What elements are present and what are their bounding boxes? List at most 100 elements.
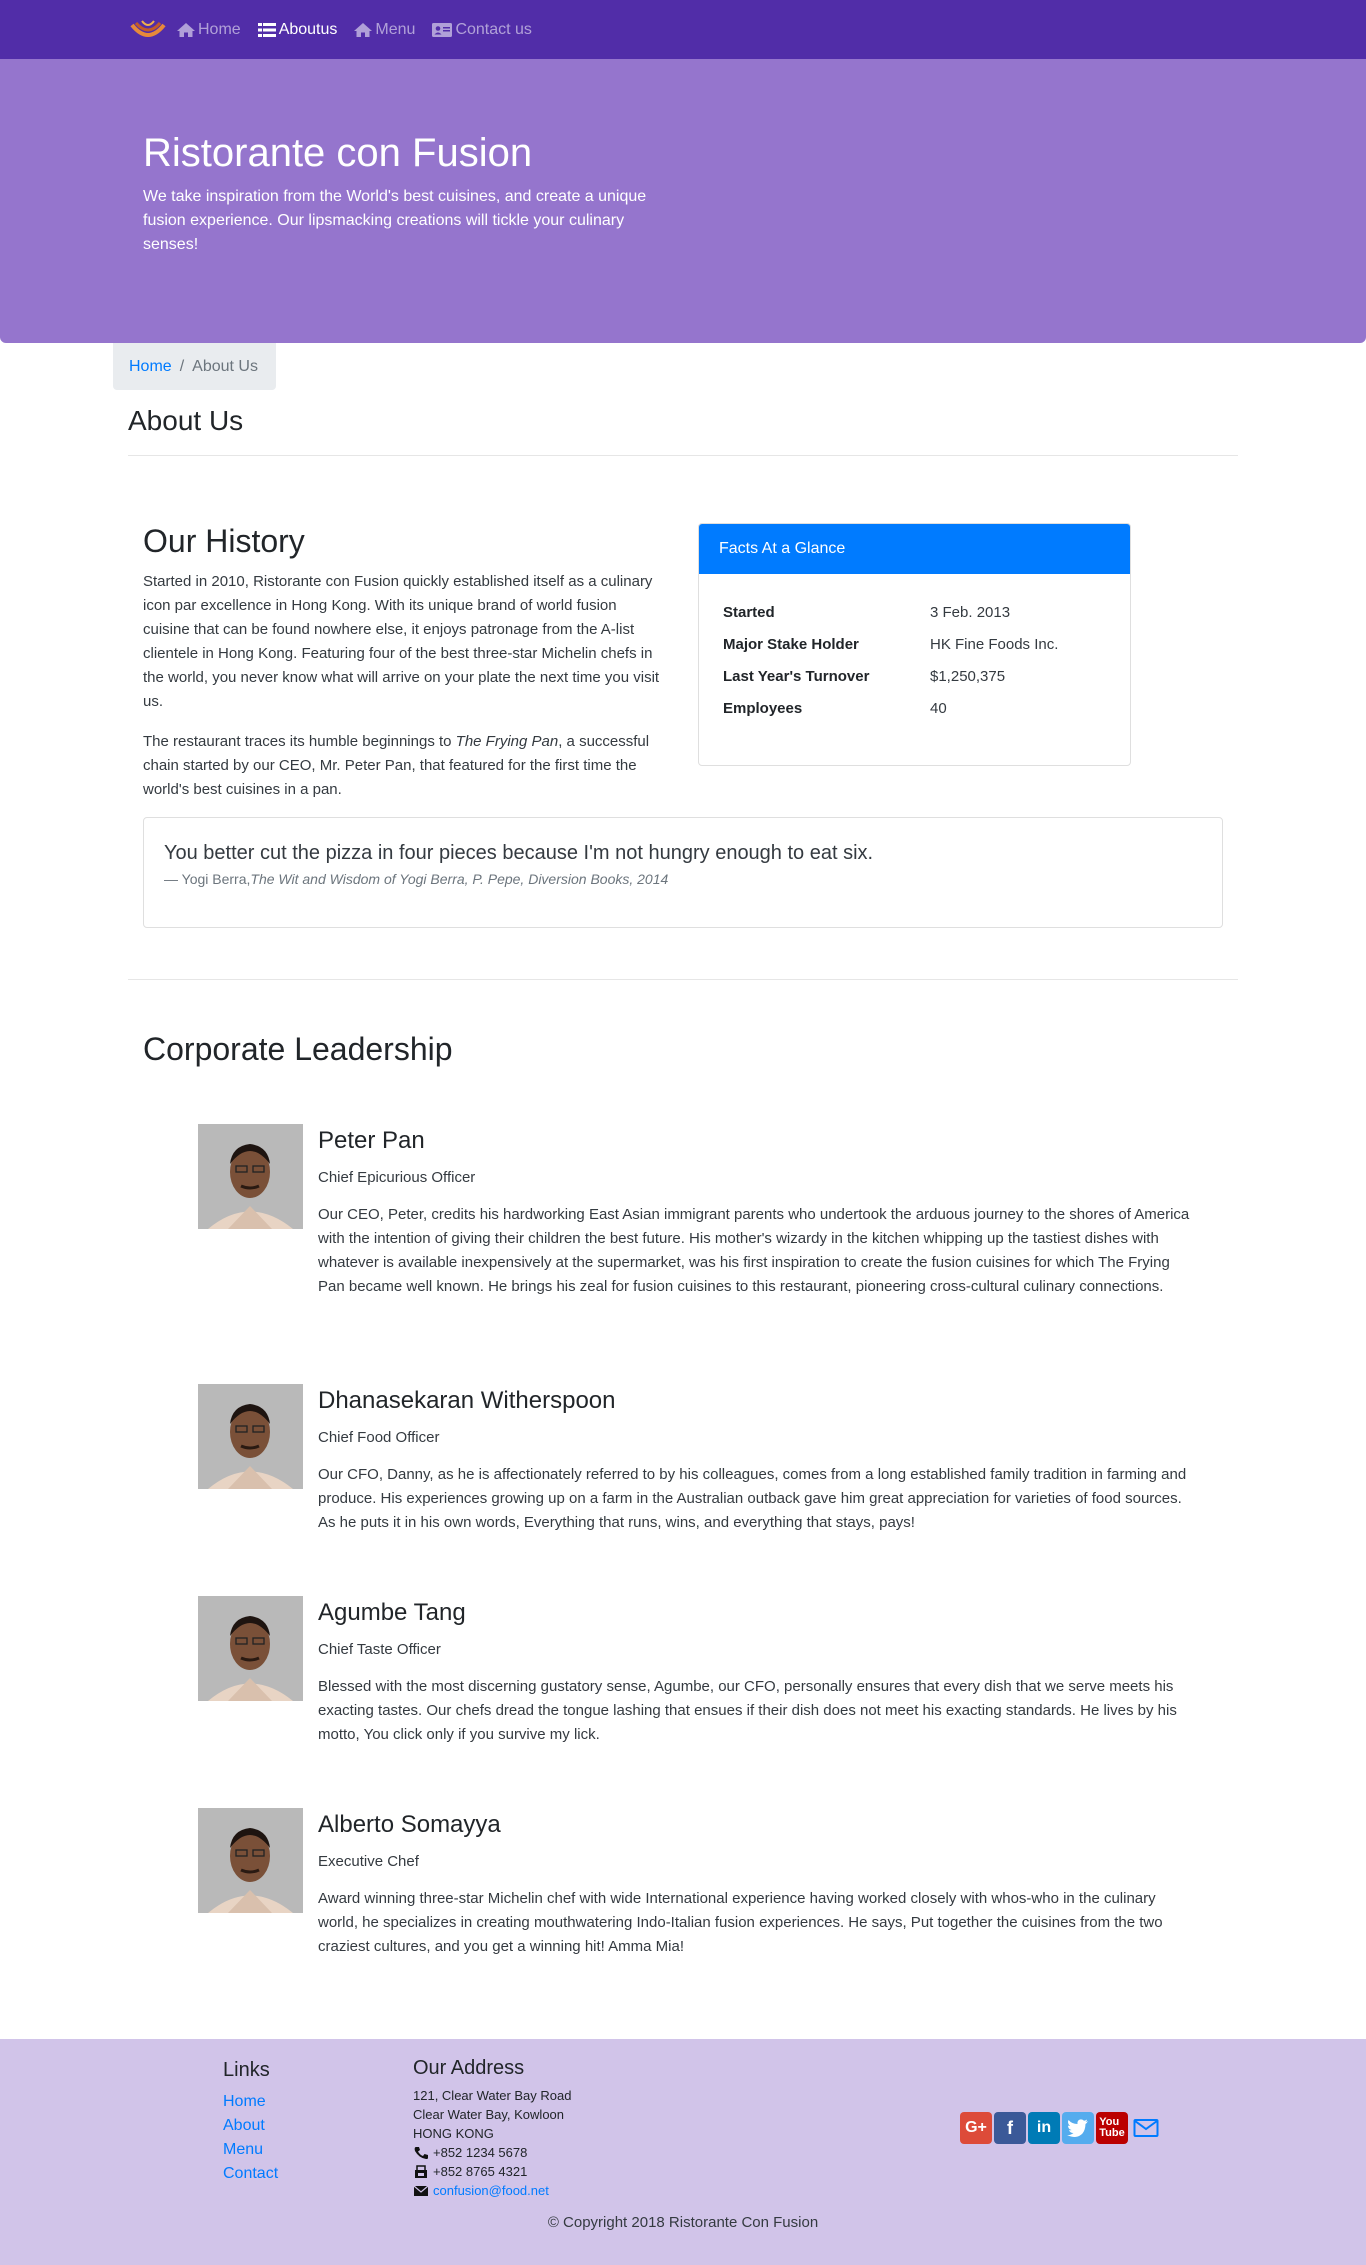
social-links: G+ f in You Tube bbox=[960, 2112, 1164, 2144]
jumbotron: Ristorante con Fusion We take inspiratio… bbox=[0, 59, 1366, 343]
fact-key: Employees bbox=[723, 699, 803, 717]
quote-text: You better cut the pizza in four pieces … bbox=[164, 842, 874, 864]
quote-card: You better cut the pizza in four pieces … bbox=[143, 817, 1223, 928]
divider bbox=[128, 979, 1238, 980]
history-text: Started in 2010, Ristorante con Fusion q… bbox=[143, 570, 663, 818]
brand-logo[interactable] bbox=[128, 15, 168, 45]
history-paragraph-1: Started in 2010, Ristorante con Fusion q… bbox=[143, 573, 660, 710]
page-title: About Us bbox=[128, 405, 244, 436]
leader-body: Dhanasekaran Witherspoon Chief Food Offi… bbox=[318, 1384, 1198, 1535]
leader-role: Chief Epicurious Officer bbox=[318, 1169, 476, 1186]
email-line: confusion@food.net bbox=[413, 2181, 571, 2200]
jumbotron-title: Ristorante con Fusion bbox=[143, 131, 533, 175]
leader-body: Agumbe Tang Chief Taste Officer Blessed … bbox=[318, 1596, 1198, 1747]
fact-row: Employees 40 bbox=[723, 692, 1058, 724]
home-icon bbox=[177, 22, 195, 37]
fact-value: 40 bbox=[930, 699, 947, 717]
footer-links-title: Links bbox=[223, 2059, 270, 2081]
history-emphasis: The Frying Pan bbox=[455, 733, 559, 750]
avatar bbox=[198, 1808, 303, 1913]
list-icon bbox=[257, 22, 276, 37]
avatar bbox=[198, 1124, 303, 1229]
leader-description: Award winning three-star Michelin chef w… bbox=[318, 1890, 1163, 1955]
fact-row: Started 3 Feb. 2013 bbox=[723, 596, 1058, 628]
twitter-icon[interactable] bbox=[1062, 2112, 1094, 2144]
footer-address: Our Address 121, Clear Water Bay Road Cl… bbox=[413, 2057, 572, 2200]
phone-number: +852 1234 5678 bbox=[433, 2145, 528, 2160]
facebook-icon[interactable]: f bbox=[994, 2112, 1026, 2144]
avatar bbox=[198, 1596, 303, 1701]
fact-key: Last Year's Turnover bbox=[723, 667, 870, 685]
nav-item-menu[interactable]: Menu bbox=[353, 21, 415, 39]
fax-line: +852 8765 4321 bbox=[413, 2162, 571, 2181]
navbar-inner: Home Aboutus Menu Contact us bbox=[128, 0, 548, 59]
nav-item-label: Home bbox=[198, 20, 241, 38]
leader-description: Our CEO, Peter, credits his hardworking … bbox=[318, 1206, 1190, 1295]
leader-description: Blessed with the most discerning gustato… bbox=[318, 1678, 1177, 1743]
avatar bbox=[198, 1384, 303, 1489]
mail-icon[interactable] bbox=[1130, 2112, 1162, 2144]
phone-line: +852 1234 5678 bbox=[413, 2143, 571, 2162]
leader-role: Chief Taste Officer bbox=[318, 1641, 441, 1658]
leader-name: Alberto Somayya bbox=[318, 1811, 501, 1838]
footer-link-home[interactable]: Home bbox=[223, 2090, 278, 2114]
leader-role: Chief Food Officer bbox=[318, 1429, 440, 1446]
address-line: 121, Clear Water Bay Road bbox=[413, 2088, 572, 2103]
nav-item-label: Aboutus bbox=[278, 20, 338, 38]
navbar: Home Aboutus Menu Contact us bbox=[0, 0, 1366, 59]
nav-item-label: Contact us bbox=[455, 20, 532, 38]
facts-card: Facts At a Glance Started 3 Feb. 2013 Maj… bbox=[698, 523, 1131, 766]
breadcrumb: Home / About Us bbox=[113, 343, 276, 390]
history-title: Our History bbox=[143, 523, 305, 559]
envelope-icon bbox=[413, 2185, 429, 2196]
fact-key: Major Stake Holder bbox=[723, 635, 859, 653]
jumbotron-text: We take inspiration from the World's bes… bbox=[143, 188, 647, 253]
leader-body: Peter Pan Chief Epicurious Officer Our C… bbox=[318, 1124, 1198, 1299]
nav-item-label: Menu bbox=[375, 20, 416, 38]
footer-links: Links Home About Menu Contact bbox=[223, 2059, 278, 2186]
footer-link-menu[interactable]: Menu bbox=[223, 2138, 278, 2162]
leader-description: Our CFO, Danny, as he is affectionately … bbox=[318, 1466, 1187, 1531]
address-line: HONG KONG bbox=[413, 2126, 494, 2141]
fact-value: $1,250,375 bbox=[930, 667, 1006, 685]
quote-author: — Yogi Berra, bbox=[164, 871, 251, 887]
footer-link-about[interactable]: About bbox=[223, 2114, 278, 2138]
divider bbox=[128, 455, 1238, 456]
footer-address-title: Our Address bbox=[413, 2057, 525, 2079]
facts-list: Started 3 Feb. 2013 Major Stake Holder HK … bbox=[723, 596, 1058, 724]
fact-key: Started bbox=[723, 603, 775, 621]
facts-card-header: Facts At a Glance bbox=[699, 524, 1130, 574]
youtube-icon[interactable]: You Tube bbox=[1096, 2112, 1128, 2144]
quote-citation: The Wit and Wisdom of Yogi Berra, P. Pep… bbox=[250, 871, 669, 887]
linkedin-icon[interactable]: in bbox=[1028, 2112, 1060, 2144]
address-card-icon bbox=[432, 22, 453, 37]
footer-link-contact[interactable]: Contact bbox=[223, 2162, 278, 2186]
breadcrumb-home-link[interactable]: Home bbox=[129, 358, 172, 376]
breadcrumb-current: About Us bbox=[192, 357, 258, 375]
fact-value: HK Fine Foods Inc. bbox=[930, 635, 1059, 653]
leader-name: Agumbe Tang bbox=[318, 1599, 466, 1626]
fact-value: 3 Feb. 2013 bbox=[930, 603, 1011, 621]
fax-number: +852 8765 4321 bbox=[433, 2164, 528, 2179]
leadership-title: Corporate Leadership bbox=[143, 1031, 453, 1067]
leader-name: Peter Pan bbox=[318, 1127, 425, 1154]
history-paragraph-2: The restaurant traces its humble beginni… bbox=[143, 733, 650, 798]
leader-name: Dhanasekaran Witherspoon bbox=[318, 1387, 616, 1414]
home-icon bbox=[354, 22, 373, 37]
copyright: © Copyright 2018 Ristorante Con Fusion bbox=[547, 2214, 819, 2231]
fact-row: Last Year's Turnover $1,250,375 bbox=[723, 660, 1058, 692]
footer: Links Home About Menu Contact Our Addres… bbox=[0, 2039, 1366, 2265]
quote-source: — Yogi Berra,The Wit and Wisdom of Yogi … bbox=[164, 871, 1202, 887]
fax-icon bbox=[415, 2164, 427, 2178]
nav-item-home[interactable]: Home bbox=[176, 21, 241, 39]
email-link[interactable]: confusion@food.net bbox=[433, 2181, 549, 2200]
leader-role: Executive Chef bbox=[318, 1853, 419, 1870]
breadcrumb-separator: / bbox=[179, 357, 185, 375]
fact-row: Major Stake Holder HK Fine Foods Inc. bbox=[723, 628, 1058, 660]
leader-body: Alberto Somayya Executive Chef Award win… bbox=[318, 1808, 1198, 1959]
nav-item-aboutus[interactable]: Aboutus bbox=[257, 20, 338, 39]
nav-item-contact[interactable]: Contact us bbox=[431, 20, 532, 39]
google-plus-icon[interactable]: G+ bbox=[960, 2112, 992, 2144]
phone-icon bbox=[414, 2146, 428, 2159]
address-line: Clear Water Bay, Kowloon bbox=[413, 2107, 565, 2122]
